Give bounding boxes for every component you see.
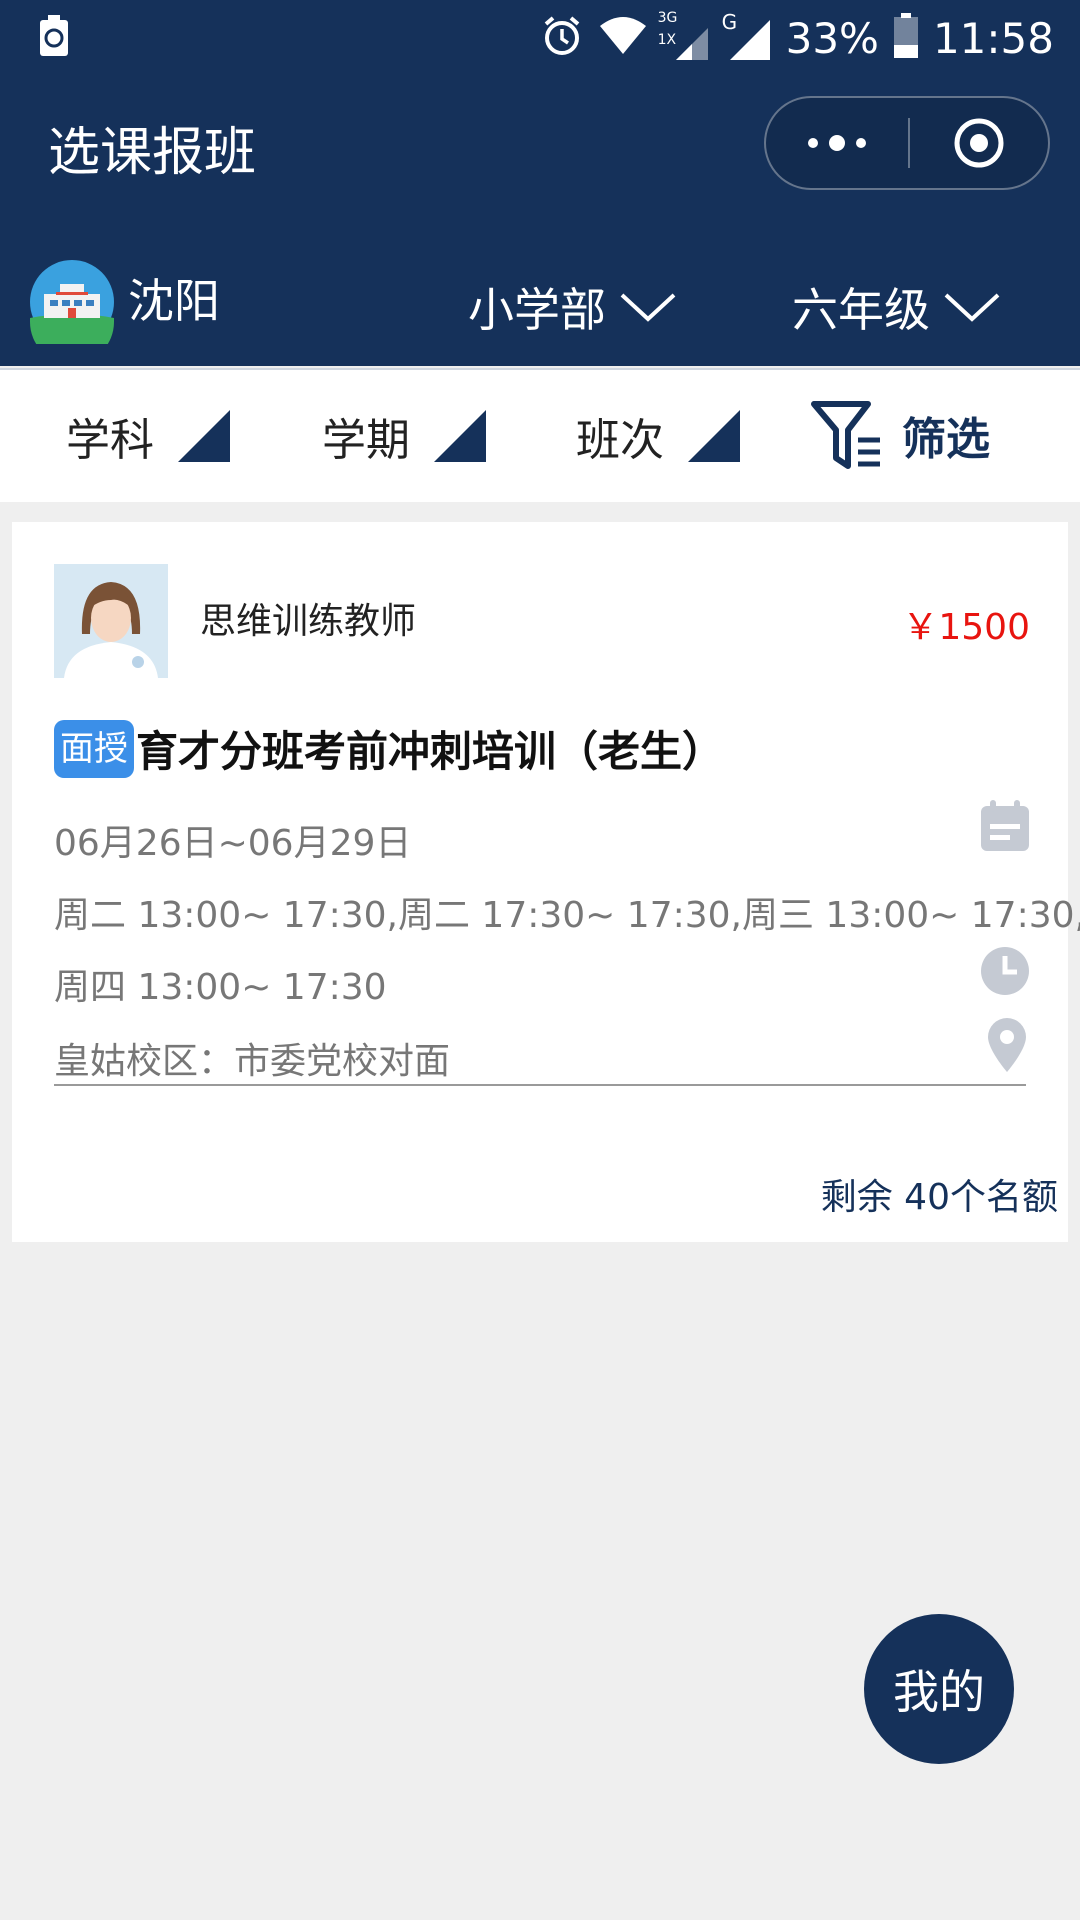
screen-filter-label: 筛选: [902, 414, 990, 465]
course-card[interactable]: 思维训练教师 ￥1500 面授 育才分班考前冲刺培训（老生） 06月26日~06…: [12, 522, 1080, 1242]
course-date-range: 06月26日~06月29日: [54, 823, 412, 864]
department-dropdown[interactable]: 小学部: [468, 274, 678, 340]
subject-filter-label: 学科: [66, 415, 154, 466]
course-title: 育才分班考前冲刺培训（老生）: [136, 727, 725, 776]
course-mode-tag: 面授: [54, 719, 134, 778]
close-miniprogram-button[interactable]: [910, 98, 1048, 188]
my-button[interactable]: 我的: [864, 1614, 1014, 1764]
course-price: ￥1500: [902, 607, 1030, 648]
school-icon: [30, 260, 114, 364]
campus-divider: [54, 1084, 1026, 1086]
battery-percent: 33%: [785, 13, 879, 63]
course-schedule-line1: 周二 13:00~ 17:30,周二 17:30~ 17:30,周三 13:00…: [54, 895, 1080, 936]
screen-filter-button[interactable]: 筛选: [810, 400, 990, 470]
chevron-down-icon: [944, 293, 1000, 322]
course-schedule-line2: 周四 13:00~ 17:30: [54, 967, 387, 1008]
course-title-row: 面授 育才分班考前冲刺培训（老生）: [54, 718, 724, 779]
grade-dropdown[interactable]: 六年级: [792, 274, 1002, 340]
term-filter-label: 学期: [322, 415, 410, 466]
clock-icon: [980, 946, 1030, 1000]
corner-triangle-icon: [178, 410, 230, 462]
grade-label: 六年级: [792, 283, 930, 337]
signal-g-icon: G: [722, 10, 772, 62]
alarm-icon: [540, 14, 584, 62]
course-campus: 皇姑校区：市委党校对面: [54, 1041, 451, 1082]
teacher-name: 思维训练教师: [200, 601, 417, 642]
status-bar: 3G 1X G 33% 11:58: [0, 0, 1080, 74]
corner-triangle-icon: [688, 410, 740, 462]
location-pin-icon: [988, 1018, 1026, 1076]
battery-saver-icon: [38, 14, 70, 58]
battery-icon: [893, 13, 919, 63]
miniprogram-capsule: [764, 96, 1050, 190]
term-filter[interactable]: 学期: [322, 404, 486, 468]
wifi-icon: [598, 14, 648, 62]
remaining-seats: 剩余 40个名额: [820, 1177, 1058, 1218]
subject-filter[interactable]: 学科: [66, 404, 230, 468]
corner-triangle-icon: [434, 410, 486, 462]
filter-bar: 学科 学期 班次 筛选: [0, 368, 1080, 502]
clock: 11:58: [932, 13, 1054, 63]
more-dots-icon: [808, 135, 866, 151]
network-g-label: G: [721, 10, 738, 34]
city-label: 沈阳: [128, 274, 220, 328]
department-label: 小学部: [468, 283, 606, 337]
page-title: 选课报班: [48, 123, 257, 183]
app-header: 3G 1X G 33% 11:58 选课报班 沈阳 小学部 六年级: [0, 0, 1080, 366]
teacher-avatar: [54, 564, 168, 678]
more-menu-button[interactable]: [766, 98, 908, 188]
calendar-icon: [980, 800, 1030, 856]
signal-3g-icon: 3G 1X: [658, 10, 710, 62]
class-level-filter[interactable]: 班次: [576, 404, 740, 468]
city-selector[interactable]: 沈阳: [30, 260, 220, 364]
chevron-down-icon: [620, 293, 676, 322]
network-1x-label: 1X: [657, 32, 677, 48]
class-level-filter-label: 班次: [576, 415, 664, 466]
target-icon: [954, 118, 1004, 168]
filter-funnel-icon: [811, 401, 880, 469]
network-3g-label: 3G: [657, 10, 678, 26]
